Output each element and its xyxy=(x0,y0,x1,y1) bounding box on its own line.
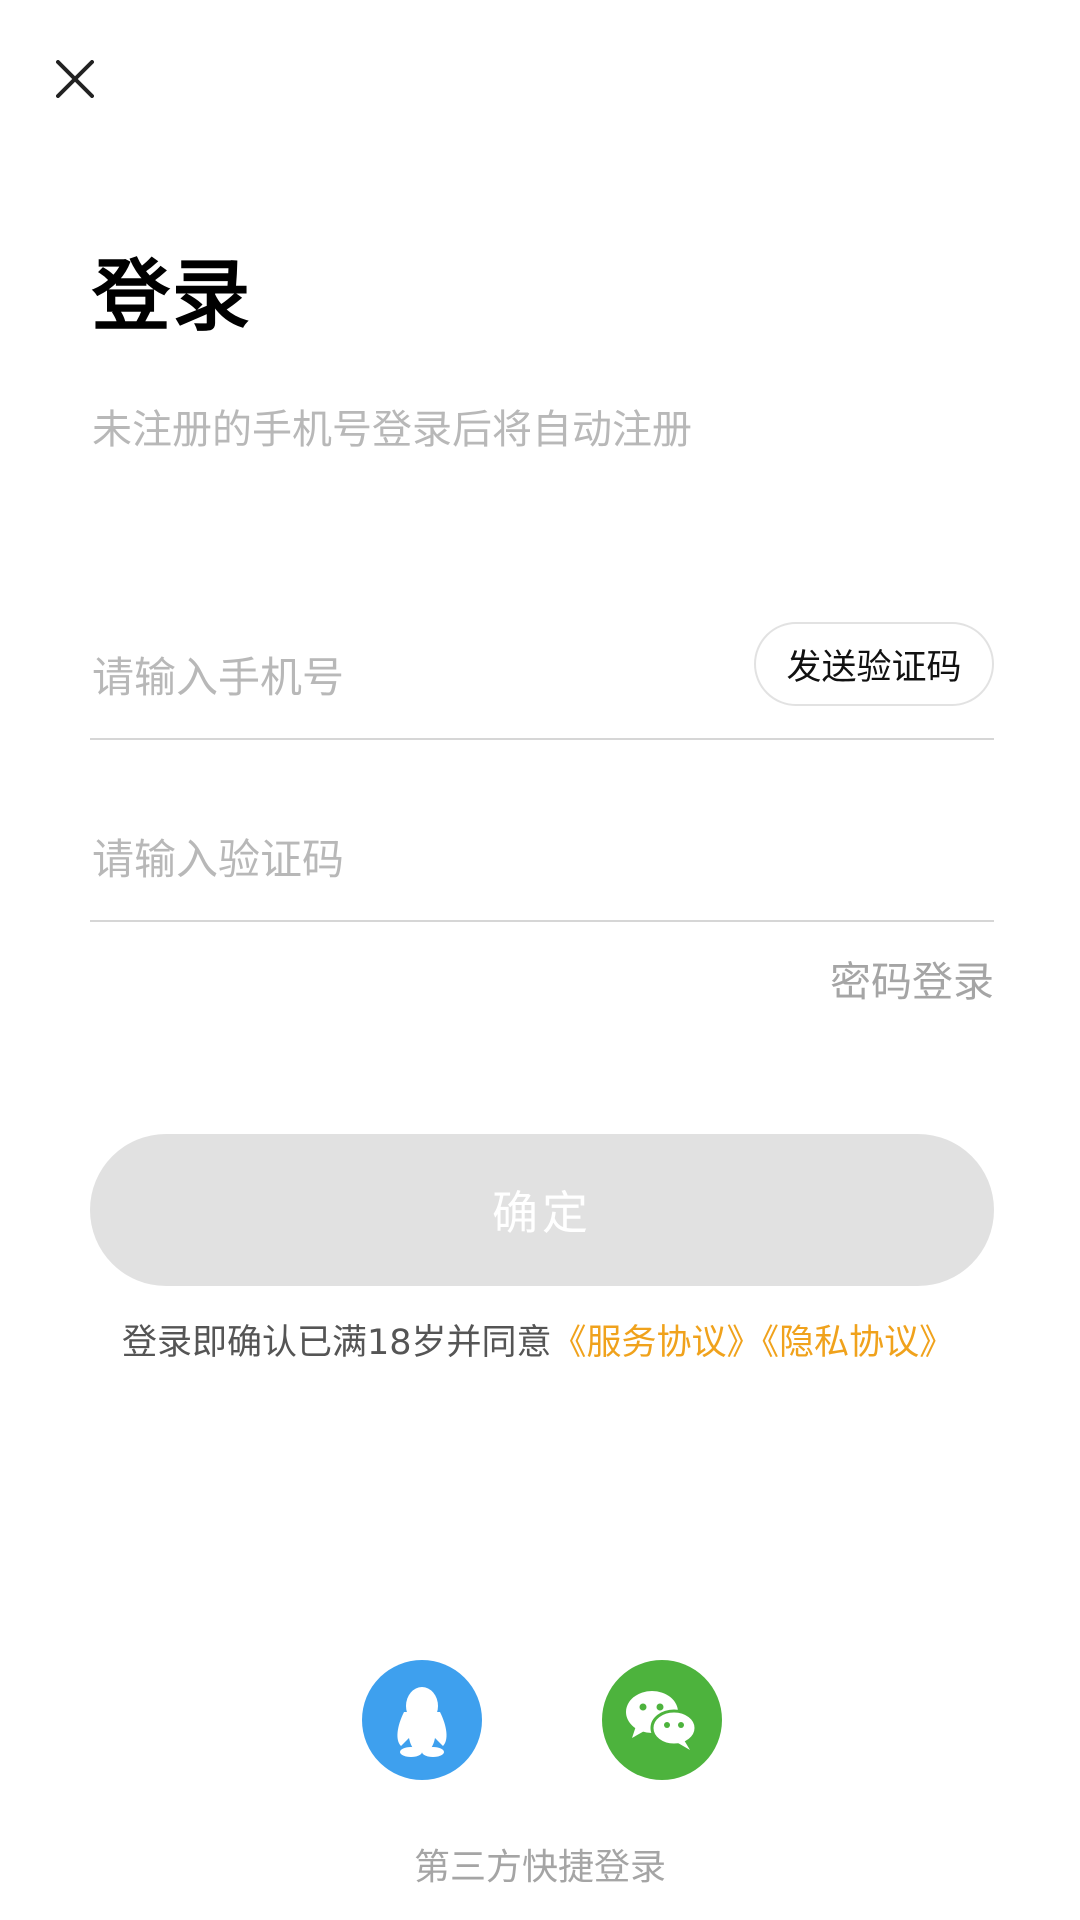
privacy-agreement-link[interactable]: 《隐私协议》 xyxy=(762,1323,955,1363)
send-code-button[interactable]: 发送验证码 xyxy=(754,622,994,706)
third-party-login-caption: 第三方快捷登录 xyxy=(413,1847,666,1888)
login-subtitle: 未注册的手机号登录后将自动注册 xyxy=(92,407,692,453)
page-title: 登录 xyxy=(92,252,253,342)
agreement-prefix: 登录即确认已满18岁并同意 xyxy=(122,1323,552,1363)
password-login-link[interactable]: 密码登录 xyxy=(830,962,994,1003)
agreement-text: 登录即确认已满18岁并同意《服务协议》《隐私协议》 xyxy=(122,1322,954,1364)
confirm-button[interactable]: 确定 xyxy=(90,1134,994,1286)
wechat-login-button[interactable] xyxy=(602,1660,722,1780)
code-field xyxy=(90,804,994,922)
qq-login-button[interactable] xyxy=(362,1660,482,1780)
close-icon xyxy=(56,60,94,98)
service-agreement-link[interactable]: 《服务协议》 xyxy=(552,1323,762,1363)
qq-icon xyxy=(397,1687,447,1757)
wechat-icon xyxy=(626,1691,698,1750)
verification-code-input[interactable] xyxy=(92,824,712,894)
close-button[interactable] xyxy=(56,60,94,98)
phone-input[interactable] xyxy=(92,642,712,712)
phone-field: 发送验证码 xyxy=(90,622,994,740)
